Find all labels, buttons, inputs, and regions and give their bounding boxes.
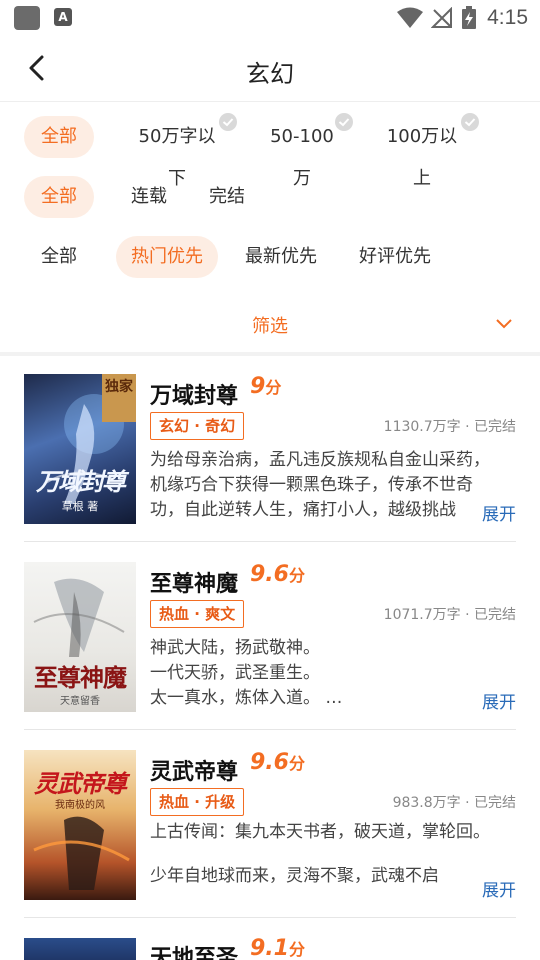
clock: 4:15 [487, 6, 528, 29]
status-filter-finished[interactable]: 完结 [202, 176, 252, 218]
book-tag: 热血 · 爽文 [150, 600, 245, 628]
cover-author: 天意留香 [60, 696, 100, 707]
length-filter-under-50w[interactable]: 50万字以下 [130, 113, 237, 189]
book-title: 天地至圣 [150, 946, 239, 960]
keyboard-a-icon: A [54, 8, 72, 26]
divider [24, 729, 516, 730]
book-meta: 1071.7万字 · 已完结 [383, 607, 516, 623]
book-tag: 热血 · 升级 [150, 788, 245, 816]
divider [24, 917, 516, 918]
book-cover: 至尊神魔 天意留香 [24, 562, 136, 712]
book-cover [24, 938, 136, 960]
book-cover: 灵武帝尊 我南极的风 [24, 750, 136, 900]
sort-filter-all[interactable]: 全部 [34, 236, 84, 278]
screen-label: 筛选 [252, 316, 288, 337]
no-signal-icon [431, 7, 453, 28]
book-title: 万域封尊 [150, 384, 239, 409]
battery-charging-icon [462, 6, 477, 29]
check-circle-icon [219, 113, 237, 131]
book-score: 9.6分 [250, 562, 305, 587]
sort-filter-top-rated[interactable]: 好评优先 [352, 236, 438, 278]
book-item[interactable]: 至尊神魔 天意留香 至尊神魔 9.6分 热血 · 爽文 1071.7万字 · 已… [0, 544, 540, 730]
sort-filter-popular[interactable]: 热门优先 [116, 236, 218, 278]
cover-badge: 独家 [102, 374, 136, 422]
book-description: 神武大陆，扬武敬神。 一代天骄，武圣重生。 太一真水，炼体入道。 … [150, 638, 343, 708]
book-cover: 独家 万域封尊 草根 著 [24, 374, 136, 524]
expand-button[interactable]: 展开 [476, 688, 516, 713]
check-circle-icon [461, 113, 479, 131]
status-bar: A 4:15 [0, 0, 540, 36]
sort-filter-newest[interactable]: 最新优先 [238, 236, 324, 278]
length-filter-over-100w[interactable]: 100万以上 [378, 113, 479, 189]
length-filter-all[interactable]: 全部 [24, 116, 94, 158]
expand-button[interactable]: 展开 [476, 500, 516, 525]
status-filter-all[interactable]: 全部 [24, 176, 94, 218]
book-title: 灵武帝尊 [150, 760, 239, 785]
book-score: 9分 [250, 374, 282, 399]
wifi-icon [397, 7, 424, 28]
cover-title: 灵武帝尊 [34, 769, 127, 798]
book-title: 至尊神魔 [150, 572, 239, 597]
chevron-down-icon [496, 319, 512, 329]
cover-author: 我南极的风 [55, 800, 105, 811]
book-description: 上古传闻：集九本天书者，破天道，掌轮回。 少年自地球而来，灵海不聚，武魂不启 [150, 822, 490, 886]
length-filter-50-100w[interactable]: 50-100万 [264, 113, 353, 189]
book-score: 9.6分 [250, 750, 305, 775]
book-item[interactable]: 灵武帝尊 我南极的风 灵武帝尊 9.6分 热血 · 升级 983.8万字 · 已… [0, 732, 540, 918]
cover-title: 万域封尊 [36, 467, 126, 496]
cover-title: 至尊神魔 [34, 663, 127, 692]
header-bar: 玄幻 [0, 36, 540, 102]
expand-button[interactable]: 展开 [476, 876, 516, 901]
sort-filter-row: 全部 热门优先 最新优先 好评优先 [0, 236, 540, 280]
status-filter-serializing[interactable]: 连载 [124, 176, 174, 218]
book-tag: 玄幻 · 奇幻 [150, 412, 245, 440]
book-meta: 1130.7万字 · 已完结 [383, 419, 516, 435]
book-item[interactable]: 独家 万域封尊 草根 著 万域封尊 9分 玄幻 · 奇幻 1130.7万字 · … [0, 356, 540, 542]
divider [24, 541, 516, 542]
status-filter-row: 全部 连载 完结 [0, 176, 540, 220]
check-circle-icon [335, 113, 353, 131]
page-title: 玄幻 [246, 60, 294, 88]
cover-author: 草根 著 [61, 500, 99, 513]
book-description: 为给母亲治病，孟凡违反族规私自金山采药，机缘巧合下获得一颗黑色珠子，传承不世奇功… [150, 450, 490, 520]
screen-toggle[interactable]: 筛选 [0, 302, 540, 346]
book-score: 9.1分 [250, 936, 305, 960]
book-meta: 983.8万字 · 已完结 [392, 795, 516, 811]
length-filter-row: 全部 50万字以下 50-100万 100万以上 [0, 113, 540, 189]
notification-app-icon [14, 6, 40, 30]
